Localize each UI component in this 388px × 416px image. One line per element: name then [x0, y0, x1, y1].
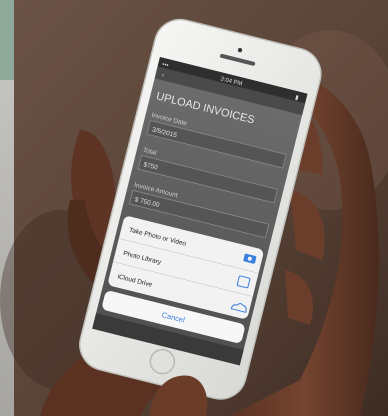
left-photo-top: [0, 0, 14, 80]
photo-scene: ••• 3:04 PM ▮ ‹ UPLOAD INVOICES Invoice …: [0, 0, 388, 416]
